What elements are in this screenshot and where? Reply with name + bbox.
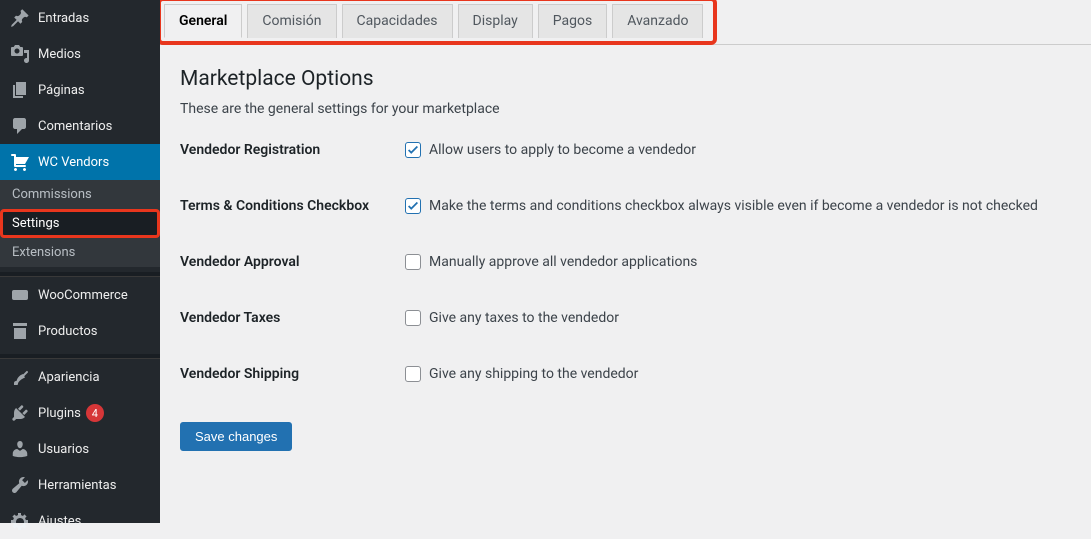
sidebar-item-herramientas[interactable]: Herramientas	[0, 467, 160, 503]
sidebar-item-wc-vendors[interactable]: WC Vendors	[0, 144, 160, 180]
tabs-highlight-box: General Comisión Capacidades Display Pag…	[160, 0, 717, 45]
form-row-terms: Terms & Conditions Checkbox Make the ter…	[180, 198, 1071, 214]
sidebar-label: Productos	[38, 324, 97, 339]
checkbox-taxes[interactable]	[405, 310, 421, 326]
form-row-approval: Vendedor Approval Manually approve all v…	[180, 254, 1071, 270]
tab-display[interactable]: Display	[458, 4, 533, 38]
cart-icon	[10, 152, 30, 172]
wrench-icon	[10, 475, 30, 495]
sidebar-item-productos[interactable]: Productos	[0, 313, 160, 349]
main-content: General Comisión Capacidades Display Pag…	[160, 0, 1091, 523]
sidebar-label: Usuarios	[38, 442, 89, 457]
settings-tabs: General Comisión Capacidades Display Pag…	[164, 4, 703, 38]
sidebar-label: Apariencia	[38, 370, 100, 385]
sidebar-item-medios[interactable]: Medios	[0, 36, 160, 72]
pin-icon	[10, 8, 30, 28]
form-row-shipping: Vendedor Shipping Give any shipping to t…	[180, 366, 1071, 382]
checkbox-registration[interactable]	[405, 142, 421, 158]
checkbox-shipping[interactable]	[405, 366, 421, 382]
product-icon	[10, 321, 30, 341]
media-icon	[10, 44, 30, 64]
form-label: Vendedor Taxes	[180, 310, 405, 326]
tab-general[interactable]: General	[164, 4, 242, 38]
form-text: Allow users to apply to become a vendedo…	[429, 142, 696, 158]
sidebar-label: WooCommerce	[38, 288, 128, 303]
user-icon	[10, 439, 30, 459]
comment-icon	[10, 116, 30, 136]
sidebar-label: Ajustes	[38, 514, 81, 529]
tab-avanzado[interactable]: Avanzado	[612, 4, 703, 38]
form-label: Terms & Conditions Checkbox	[180, 198, 405, 214]
form-label: Vendedor Shipping	[180, 366, 405, 382]
form-text: Give any taxes to the vendedor	[429, 310, 619, 326]
sidebar-label: Plugins	[38, 406, 81, 421]
settings-icon	[10, 511, 30, 531]
form-text: Give any shipping to the vendedor	[429, 366, 638, 382]
sidebar-item-comentarios[interactable]: Comentarios	[0, 108, 160, 144]
plugin-icon	[10, 403, 30, 423]
checkbox-approval[interactable]	[405, 254, 421, 270]
sub-item-commissions[interactable]: Commissions	[0, 180, 160, 209]
sidebar-submenu: Commissions Settings Extensions	[0, 180, 160, 267]
sidebar-label: Páginas	[38, 83, 85, 98]
form-text: Manually approve all vendedor applicatio…	[429, 254, 697, 270]
form-row-registration: Vendedor Registration Allow users to app…	[180, 142, 1071, 158]
sidebar-item-ajustes[interactable]: Ajustes	[0, 503, 160, 539]
sidebar-label: Comentarios	[38, 119, 112, 134]
sidebar-item-entradas[interactable]: Entradas	[0, 0, 160, 36]
sidebar-label: Entradas	[38, 11, 89, 26]
sub-item-extensions[interactable]: Extensions	[0, 238, 160, 267]
sidebar-item-apariencia[interactable]: Apariencia	[0, 359, 160, 395]
form-label: Vendedor Registration	[180, 142, 405, 158]
page-icon	[10, 80, 30, 100]
page-description: These are the general settings for your …	[180, 101, 1071, 117]
admin-sidebar: Entradas Medios Páginas Comentarios WC V…	[0, 0, 160, 523]
sidebar-item-usuarios[interactable]: Usuarios	[0, 431, 160, 467]
tab-capacidades[interactable]: Capacidades	[342, 4, 453, 38]
sidebar-item-paginas[interactable]: Páginas	[0, 72, 160, 108]
brush-icon	[10, 367, 30, 387]
form-text: Make the terms and conditions checkbox a…	[429, 198, 1038, 214]
form-label: Vendedor Approval	[180, 254, 405, 270]
page-title: Marketplace Options	[180, 67, 1071, 91]
save-button[interactable]: Save changes	[180, 422, 292, 451]
plugin-update-badge: 4	[86, 404, 104, 422]
sidebar-item-plugins[interactable]: Plugins 4	[0, 395, 160, 431]
sidebar-label: Medios	[38, 47, 81, 62]
sub-item-settings[interactable]: Settings	[0, 209, 160, 238]
tab-pagos[interactable]: Pagos	[538, 4, 607, 38]
checkbox-terms[interactable]	[405, 198, 421, 214]
sidebar-label: WC Vendors	[38, 155, 109, 170]
tab-comision[interactable]: Comisión	[247, 4, 336, 38]
woocommerce-icon	[10, 285, 30, 305]
form-row-taxes: Vendedor Taxes Give any taxes to the ven…	[180, 310, 1071, 326]
sidebar-label: Herramientas	[38, 478, 116, 493]
sidebar-item-woocommerce[interactable]: WooCommerce	[0, 277, 160, 313]
